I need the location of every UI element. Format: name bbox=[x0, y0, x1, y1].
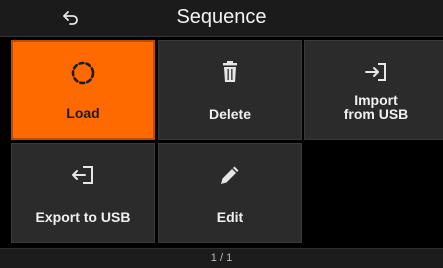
export-icon bbox=[72, 166, 93, 184]
load-tile[interactable]: Load bbox=[11, 40, 155, 140]
export-tile[interactable]: Export to USB bbox=[11, 143, 155, 243]
edit-label: Edit bbox=[216, 209, 244, 225]
export-icon-wrap bbox=[12, 162, 154, 188]
header-bar: Sequence bbox=[0, 0, 443, 37]
load-dashed-circle-icon bbox=[71, 61, 95, 85]
pencil-icon bbox=[221, 166, 239, 184]
edit-tile[interactable]: Edit bbox=[158, 143, 302, 243]
trash-icon bbox=[223, 61, 237, 82]
delete-icon-wrap bbox=[159, 59, 301, 85]
import-icon-wrap bbox=[305, 59, 443, 85]
import-icon bbox=[365, 63, 386, 81]
edit-icon-wrap bbox=[159, 162, 301, 188]
delete-tile[interactable]: Delete bbox=[158, 40, 302, 140]
load-icon-wrap bbox=[13, 60, 153, 86]
delete-label: Delete bbox=[208, 106, 252, 122]
page-title: Sequence bbox=[176, 6, 267, 28]
import-label: Import from USB bbox=[343, 92, 409, 122]
load-label: Load bbox=[66, 105, 100, 121]
back-button[interactable] bbox=[52, 5, 90, 31]
footer-bar: 1 / 1 bbox=[0, 248, 443, 268]
import-tile[interactable]: Import from USB bbox=[304, 40, 443, 140]
export-label: Export to USB bbox=[35, 209, 131, 225]
page-indicator: 1 / 1 bbox=[210, 252, 233, 264]
back-arrow-icon bbox=[63, 11, 78, 25]
